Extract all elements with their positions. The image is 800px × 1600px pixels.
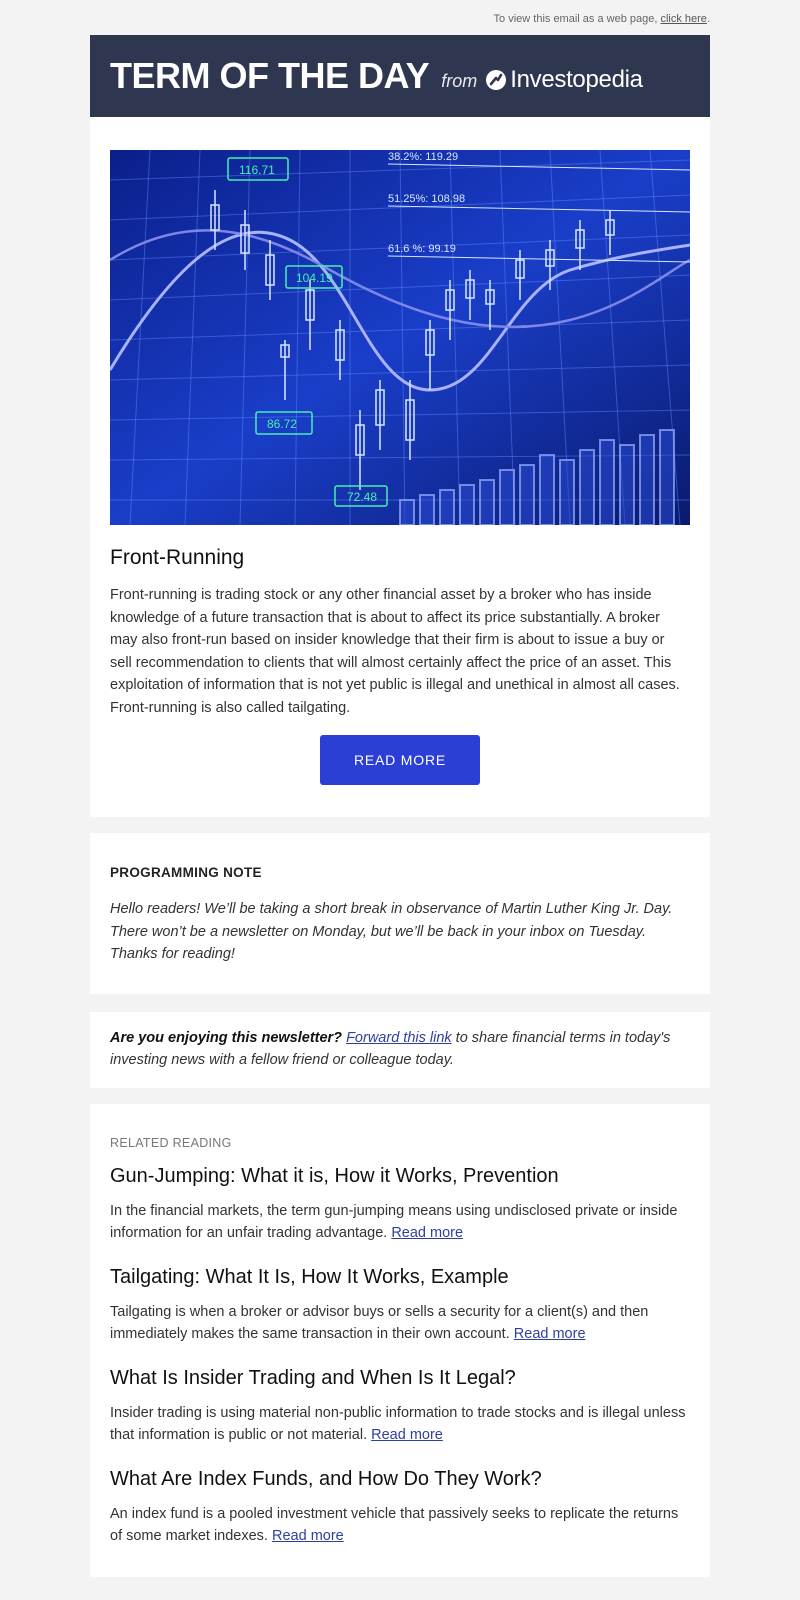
- programming-note-label: PROGRAMMING NOTE: [110, 865, 262, 880]
- read-more-wrap: READ MORE: [110, 735, 690, 785]
- related-article-text: An index fund is a pooled investment veh…: [110, 1505, 679, 1544]
- related-article-summary: Insider trading is using material non-pu…: [110, 1402, 690, 1446]
- related-article-summary: In the financial markets, the term gun-j…: [110, 1200, 690, 1244]
- hero-fib-3: 61.6 %: 99.19: [388, 243, 456, 255]
- investopedia-logo-icon: [486, 70, 507, 90]
- web-view-period: .: [706, 13, 710, 25]
- web-view-note: To view this email as a web page, click …: [90, 0, 710, 35]
- hero-fib-2: 51.25%: 108.98: [388, 193, 465, 205]
- web-view-link[interactable]: click here: [660, 13, 706, 25]
- related-reading-card: RELATED READING Gun-Jumping: What it is,…: [90, 1103, 710, 1577]
- related-article-title[interactable]: What Are Index Funds, and How Do They Wo…: [110, 1468, 690, 1491]
- share-question: Are you enjoying this newsletter?: [110, 1029, 343, 1046]
- header-brand: Investopedia: [510, 66, 643, 93]
- header-title: TERM OF THE DAY: [110, 55, 430, 96]
- term-card: 116.71 104.19 86.72 72.48 38.2%: 119.29 …: [90, 117, 710, 817]
- hero-label-2: 104.19: [296, 271, 333, 285]
- related-article-title[interactable]: Gun-Jumping: What it is, How it Works, P…: [110, 1165, 690, 1188]
- investopedia-logo[interactable]: Investopedia: [485, 66, 643, 94]
- hero-label-3: 86.72: [267, 417, 297, 431]
- related-read-more-link[interactable]: Read more: [514, 1326, 586, 1342]
- header-from: from: [441, 70, 478, 91]
- hero-label-4: 72.48: [347, 490, 377, 504]
- related-read-more-link[interactable]: Read more: [371, 1427, 443, 1443]
- programming-note-card: PROGRAMMING NOTE Hello readers! We’ll be…: [90, 833, 710, 994]
- share-card: Are you enjoying this newsletter? Forwar…: [90, 1011, 710, 1088]
- newsletter-header: TERM OF THE DAY from Investopedia: [90, 35, 710, 117]
- related-reading-label: RELATED READING: [110, 1135, 232, 1150]
- related-article-summary: An index fund is a pooled investment veh…: [110, 1503, 690, 1547]
- related-article: Gun-Jumping: What it is, How it Works, P…: [110, 1165, 690, 1244]
- related-read-more-link[interactable]: Read more: [391, 1225, 463, 1241]
- web-view-text: To view this email as a web page,: [493, 13, 658, 25]
- related-article-title[interactable]: What Is Insider Trading and When Is It L…: [110, 1367, 690, 1390]
- stock-chart-image: 116.71 104.19 86.72 72.48 38.2%: 119.29 …: [110, 150, 690, 525]
- term-definition: Front-running is trading stock or any ot…: [110, 587, 680, 716]
- hero-fib-1: 38.2%: 119.29: [388, 151, 458, 163]
- related-article: What Are Index Funds, and How Do They Wo…: [110, 1468, 690, 1547]
- related-read-more-link[interactable]: Read more: [272, 1528, 344, 1544]
- related-article-title[interactable]: Tailgating: What It Is, How It Works, Ex…: [110, 1266, 690, 1289]
- hero-label-1: 116.71: [239, 163, 275, 177]
- read-more-button[interactable]: READ MORE: [320, 735, 480, 785]
- related-article-summary: Tailgating is when a broker or advisor b…: [110, 1301, 690, 1345]
- term-title: Front-Running: [110, 546, 245, 569]
- related-article: Tailgating: What It Is, How It Works, Ex…: [110, 1266, 690, 1345]
- related-article: What Is Insider Trading and When Is It L…: [110, 1367, 690, 1446]
- programming-note-body: Hello readers! We’ll be taking a short b…: [110, 901, 673, 962]
- forward-link[interactable]: Forward this link: [346, 1030, 452, 1046]
